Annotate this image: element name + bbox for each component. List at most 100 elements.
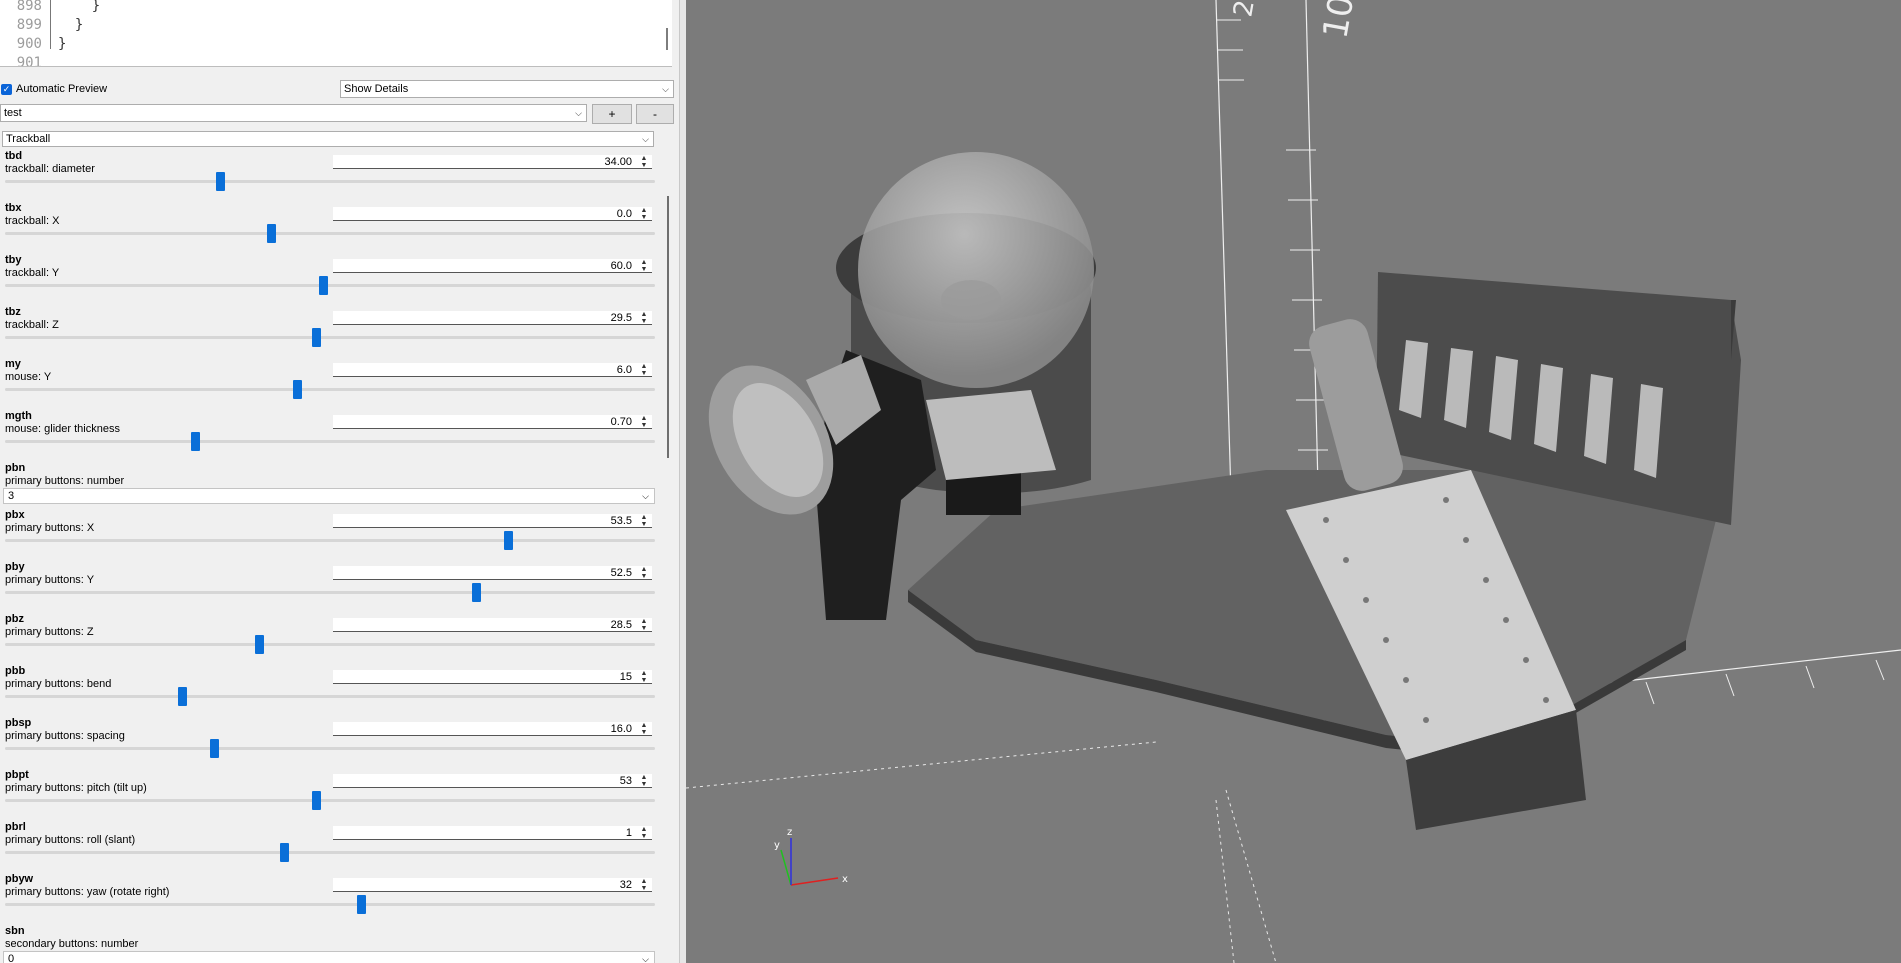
spin-arrows-icon[interactable]: ▲ ▼ (639, 259, 649, 273)
3d-render: 20 10 x y z (686, 0, 1901, 963)
param-spinbox[interactable]: 52.5 ▲ ▼ (333, 566, 652, 580)
param-slider-track[interactable] (5, 643, 655, 646)
param-description: mouse: glider thickness (5, 423, 120, 435)
param-description: primary buttons: Z (5, 626, 94, 638)
preset-select-value: test (4, 107, 22, 119)
param-description: primary buttons: number (5, 475, 125, 487)
param-slider-handle[interactable] (267, 224, 277, 243)
spin-arrows-icon[interactable]: ▲ ▼ (639, 514, 649, 528)
param-slider-track[interactable] (5, 284, 655, 287)
param-slider-handle[interactable] (312, 328, 322, 347)
param-select[interactable]: 0 ⌵ (3, 951, 655, 963)
spin-arrows-icon[interactable]: ▲ ▼ (639, 415, 649, 429)
param-spinbox[interactable]: 60.0 ▲ ▼ (333, 259, 652, 273)
line-text: } (58, 36, 67, 52)
param-pby: pby primary buttons: Y 52.5 ▲ ▼ (0, 561, 660, 613)
param-slider-handle[interactable] (280, 843, 290, 862)
param-spinbox[interactable]: 32 ▲ ▼ (333, 878, 652, 892)
param-slider-handle[interactable] (254, 635, 264, 654)
spin-arrows-icon[interactable]: ▲ ▼ (639, 311, 649, 325)
preset-select[interactable]: test ⌵ (0, 104, 587, 122)
details-select[interactable]: Show Details ⌵ (340, 80, 674, 98)
checkbox-check-icon[interactable]: ✓ (1, 83, 12, 95)
param-name: pbpt (5, 769, 29, 781)
param-spinbox[interactable]: 0.0 ▲ ▼ (333, 207, 652, 221)
code-line[interactable]: 898 } (0, 0, 100, 16)
parameter-scrollbar[interactable] (664, 130, 674, 963)
param-slider-handle[interactable] (177, 687, 187, 706)
param-spinbox[interactable]: 53 ▲ ▼ (333, 774, 652, 788)
param-slider-track[interactable] (5, 591, 655, 594)
param-slider-handle[interactable] (209, 739, 219, 758)
param-spinbox[interactable]: 34.00 ▲ ▼ (333, 155, 652, 169)
param-slider-track[interactable] (5, 440, 655, 443)
left-panel: 898 } 899 } 900} 901 ✓ Automatic Preview Sh… (0, 0, 686, 963)
param-description: primary buttons: Y (5, 574, 95, 586)
code-editor[interactable]: 898 } 899 } 900} 901 (0, 0, 672, 67)
3d-viewport[interactable]: 20 10 x y z (686, 0, 1901, 963)
param-slider-track[interactable] (5, 539, 655, 542)
param-name: tbz (5, 306, 21, 318)
param-spinbox[interactable]: 28.5 ▲ ▼ (333, 618, 652, 632)
param-slider-track[interactable] (5, 799, 655, 802)
param-slider-handle[interactable] (318, 276, 328, 295)
line-number: 901 (16, 55, 42, 67)
code-line[interactable]: 901 (0, 54, 42, 67)
param-slider-handle[interactable] (293, 380, 302, 399)
param-slider-track[interactable] (5, 388, 655, 391)
param-select[interactable]: 3 ⌵ (3, 488, 655, 504)
param-spinbox[interactable]: 16.0 ▲ ▼ (333, 722, 652, 736)
param-value: 15 (619, 671, 632, 683)
param-slider-handle[interactable] (472, 583, 482, 602)
param-description: primary buttons: yaw (rotate right) (5, 886, 170, 898)
param-select-value: 3 (8, 490, 15, 502)
param-slider-track[interactable] (5, 695, 655, 698)
param-slider-handle[interactable] (504, 531, 514, 550)
param-value: 32 (619, 879, 632, 891)
spin-arrows-icon[interactable]: ▲ ▼ (639, 826, 649, 840)
spin-arrows-icon[interactable]: ▲ ▼ (639, 363, 649, 377)
spin-arrows-icon[interactable]: ▲ ▼ (639, 207, 649, 221)
editor-scrollbar-thumb[interactable] (666, 28, 668, 50)
param-value: 1 (625, 827, 632, 839)
ruler-label-20: 20 (1228, 0, 1263, 19)
code-line[interactable]: 900} (0, 35, 67, 54)
spin-arrows-icon[interactable]: ▲ ▼ (639, 155, 649, 169)
param-slider-track[interactable] (5, 232, 655, 235)
param-description: primary buttons: X (5, 522, 95, 534)
param-name: tbx (5, 202, 22, 214)
param-slider-track[interactable] (5, 747, 655, 750)
param-slider-track[interactable] (5, 336, 655, 339)
param-spinbox[interactable]: 6.0 ▲ ▼ (333, 363, 652, 377)
param-spinbox[interactable]: 29.5 ▲ ▼ (333, 311, 652, 325)
axis-gizmo: x y z (774, 827, 848, 886)
param-slider-handle[interactable] (216, 172, 226, 191)
spin-arrows-icon[interactable]: ▲ ▼ (639, 878, 649, 892)
param-mgth: mgth mouse: glider thickness 0.70 ▲ ▼ (0, 410, 660, 462)
spin-arrows-icon[interactable]: ▲ ▼ (639, 670, 649, 684)
param-spinbox[interactable]: 15 ▲ ▼ (333, 670, 652, 684)
spin-arrows-icon[interactable]: ▲ ▼ (639, 566, 649, 580)
spin-arrows-icon[interactable]: ▲ ▼ (639, 618, 649, 632)
param-name: my (5, 358, 21, 370)
param-spinbox[interactable]: 53.5 ▲ ▼ (333, 514, 652, 528)
param-slider-track[interactable] (5, 180, 655, 183)
axis-label-x: x (842, 874, 848, 885)
add-preset-button[interactable]: + (592, 104, 632, 124)
param-slider-handle[interactable] (357, 895, 366, 914)
param-slider-handle[interactable] (312, 791, 322, 810)
line-text: } (58, 0, 101, 14)
remove-preset-button[interactable]: - (636, 104, 674, 124)
param-spinbox[interactable]: 0.70 ▲ ▼ (333, 415, 652, 429)
param-slider-track[interactable] (5, 903, 655, 906)
param-slider-handle[interactable] (190, 432, 200, 451)
parameter-scrollbar-thumb[interactable] (667, 196, 669, 458)
spin-arrows-icon[interactable]: ▲ ▼ (639, 774, 649, 788)
param-slider-track[interactable] (5, 851, 655, 854)
param-pbsp: pbsp primary buttons: spacing 16.0 ▲ ▼ (0, 717, 660, 769)
spin-arrows-icon[interactable]: ▲ ▼ (639, 722, 649, 736)
code-line[interactable]: 899 } (0, 16, 84, 35)
param-tbx: tbx trackball: X 0.0 ▲ ▼ (0, 202, 660, 254)
automatic-preview-toggle[interactable]: ✓ Automatic Preview (1, 81, 107, 97)
param-spinbox[interactable]: 1 ▲ ▼ (333, 826, 652, 840)
